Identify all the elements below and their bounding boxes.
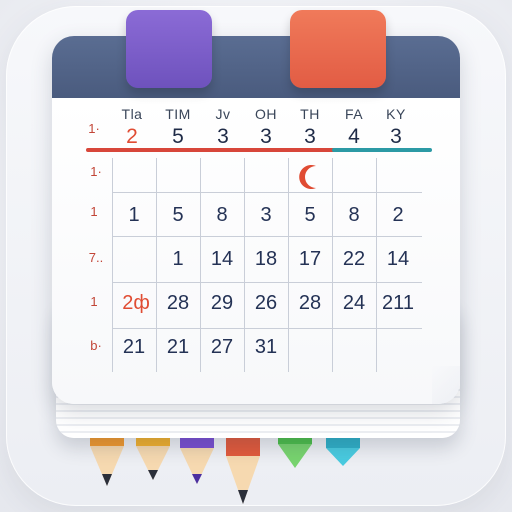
day-cell: 3 xyxy=(260,204,272,226)
day-cell: 28 xyxy=(298,292,322,314)
grid-line xyxy=(332,158,333,372)
row-label: 1 xyxy=(90,204,98,219)
day-cell: 1 xyxy=(128,204,140,226)
top-date: 2 xyxy=(126,125,138,148)
binder-tab-right xyxy=(290,10,386,88)
day-cell: 8 xyxy=(216,204,228,226)
day-cell: 8 xyxy=(348,204,360,226)
weekday-label: FA xyxy=(344,106,364,122)
weekday-label: Tla xyxy=(121,106,143,122)
day-cell: 24 xyxy=(342,292,366,314)
binder-tab-left xyxy=(126,10,212,88)
calendar-app-icon: Tla TIM Jv OH TH FA KY 2 5 3 3 3 4 3 1· … xyxy=(0,0,512,512)
day-cell: 28 xyxy=(166,292,190,314)
grid-line xyxy=(288,158,289,372)
row-label: 1· xyxy=(88,121,100,136)
day-cell: 2 xyxy=(392,204,404,226)
weekday-label: Jv xyxy=(215,106,231,122)
header-underline-red xyxy=(86,148,336,152)
grid-line xyxy=(244,158,245,372)
day-cell: 14 xyxy=(386,248,410,270)
row-label: 1 xyxy=(90,294,98,309)
day-cell: 31 xyxy=(254,336,278,358)
day-cell: 1 xyxy=(172,248,184,270)
grid-line xyxy=(112,282,422,283)
grid-line xyxy=(200,158,201,372)
grid-line xyxy=(112,192,422,193)
grid-line xyxy=(376,158,377,372)
day-cell: 27 xyxy=(210,336,234,358)
row-label: 1· xyxy=(90,164,102,179)
grid-line xyxy=(112,158,113,372)
grid-line xyxy=(156,158,157,372)
weekday-label: TIM xyxy=(165,106,191,122)
top-date: 3 xyxy=(390,125,402,148)
weekday-label: TH xyxy=(300,106,320,122)
weekday-label: OH xyxy=(255,106,277,122)
day-cell: 5 xyxy=(172,204,184,226)
grid-line xyxy=(112,328,422,329)
day-cell: 211 xyxy=(382,292,414,314)
row-label: b· xyxy=(90,338,102,353)
day-cell: 29 xyxy=(210,292,234,314)
day-cell: 17 xyxy=(298,248,322,270)
day-cell-highlighted: 2ф xyxy=(122,292,150,314)
day-cell: 21 xyxy=(122,336,146,358)
top-date: 4 xyxy=(348,125,360,148)
day-cell: 14 xyxy=(210,248,234,270)
day-cell: 5 xyxy=(304,204,316,226)
crescent-marker-icon xyxy=(296,162,326,192)
day-cell: 22 xyxy=(342,248,366,270)
top-date: 3 xyxy=(217,125,229,148)
day-cell: 21 xyxy=(166,336,190,358)
row-label: 7.. xyxy=(88,250,104,265)
grid-line xyxy=(112,236,422,237)
weekday-label: KY xyxy=(386,106,406,122)
header-underline-teal xyxy=(332,148,432,152)
page-curl xyxy=(432,366,460,404)
top-date: 5 xyxy=(172,125,184,148)
day-cell: 18 xyxy=(254,248,278,270)
top-date: 3 xyxy=(304,125,316,148)
calendar-header xyxy=(52,36,460,98)
top-date: 3 xyxy=(260,125,272,148)
day-cell: 26 xyxy=(254,292,278,314)
